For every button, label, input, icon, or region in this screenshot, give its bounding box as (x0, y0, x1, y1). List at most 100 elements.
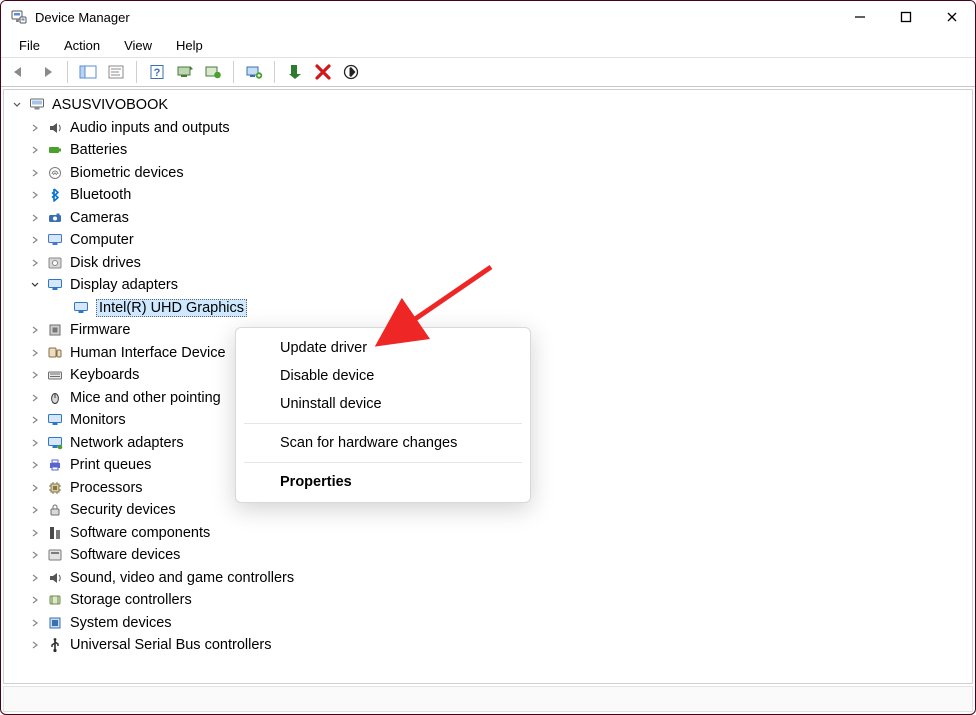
expand-icon[interactable] (28, 548, 42, 562)
tree-item-label: Print queues (70, 457, 151, 473)
bluetooth-icon (46, 186, 64, 204)
expand-icon[interactable] (28, 526, 42, 540)
collapse-icon[interactable] (10, 98, 24, 112)
expand-icon[interactable] (28, 323, 42, 337)
tree-item-audio[interactable]: Audio inputs and outputs (6, 117, 970, 140)
tree-item-label: Firmware (70, 322, 130, 338)
expand-icon[interactable] (28, 413, 42, 427)
toolbar: ? (1, 57, 975, 87)
add-legacy-hardware-button[interactable] (242, 60, 266, 84)
app-icon (11, 9, 27, 25)
tree-item-battery[interactable]: Batteries (6, 139, 970, 162)
collapse-icon[interactable] (28, 278, 42, 292)
keyboard-icon (46, 366, 64, 384)
tree-item-label: Software devices (70, 547, 180, 563)
expand-icon[interactable] (28, 391, 42, 405)
menu-view[interactable]: View (114, 36, 162, 55)
toolbar-separator (233, 61, 234, 83)
expand-icon[interactable] (28, 188, 42, 202)
tree-item-label: Network adapters (70, 435, 184, 451)
properties-button[interactable] (104, 60, 128, 84)
expand-icon[interactable] (28, 368, 42, 382)
context-update-driver[interactable]: Update driver (236, 334, 530, 362)
tree-root[interactable]: ASUSVIVOBOOK (6, 94, 970, 117)
expand-icon[interactable] (28, 458, 42, 472)
hid-icon (46, 344, 64, 362)
context-disable-device[interactable]: Disable device (236, 362, 530, 390)
toolbar-separator (274, 61, 275, 83)
show-hide-console-tree-button[interactable] (76, 60, 100, 84)
expand-icon[interactable] (28, 143, 42, 157)
close-button[interactable] (929, 1, 975, 33)
expand-icon[interactable] (28, 346, 42, 360)
tree-item-label: Processors (70, 480, 143, 496)
expand-icon[interactable] (28, 571, 42, 585)
context-scan[interactable]: Scan for hardware changes (236, 429, 530, 457)
disable-device-button[interactable] (339, 60, 363, 84)
scan-hardware-button[interactable] (173, 60, 197, 84)
tree-item-label: Display adapters (70, 277, 178, 293)
firmware-icon (46, 321, 64, 339)
context-properties[interactable]: Properties (236, 468, 530, 496)
expand-icon[interactable] (28, 256, 42, 270)
tree-item-swcomp[interactable]: Software components (6, 522, 970, 545)
computer-icon (28, 96, 46, 114)
tree-item-bluetooth[interactable]: Bluetooth (6, 184, 970, 207)
tree-item-label: Intel(R) UHD Graphics (96, 299, 247, 317)
system-icon (46, 614, 64, 632)
maximize-button[interactable] (883, 1, 929, 33)
expand-icon[interactable] (28, 233, 42, 247)
menu-help[interactable]: Help (166, 36, 213, 55)
expand-icon[interactable] (28, 593, 42, 607)
update-driver-button[interactable] (201, 60, 225, 84)
network-icon (46, 434, 64, 452)
processor-icon (46, 479, 64, 497)
biometric-icon (46, 164, 64, 182)
expand-icon[interactable] (28, 481, 42, 495)
tree-item-storage[interactable]: Storage controllers (6, 589, 970, 612)
menu-action[interactable]: Action (54, 36, 110, 55)
tree-item-label: Computer (70, 232, 134, 248)
mouse-icon (46, 389, 64, 407)
tree-item-label: Keyboards (70, 367, 139, 383)
expand-icon[interactable] (28, 211, 42, 225)
tree-item-system[interactable]: System devices (6, 612, 970, 635)
context-uninstall[interactable]: Uninstall device (236, 390, 530, 418)
tree-item-computer[interactable]: Computer (6, 229, 970, 252)
root-label: ASUSVIVOBOOK (52, 97, 168, 113)
tree-item-display[interactable]: Display adapters (6, 274, 970, 297)
usb-icon (46, 636, 64, 654)
tree-item-intel-uhd-graphics[interactable]: Intel(R) UHD Graphics (6, 297, 970, 320)
tree-item-label: Cameras (70, 210, 129, 226)
tree-item-label: Audio inputs and outputs (70, 120, 230, 136)
forward-button[interactable] (35, 60, 59, 84)
menu-file[interactable]: File (9, 36, 50, 55)
tree-item-swdev[interactable]: Software devices (6, 544, 970, 567)
back-button[interactable] (7, 60, 31, 84)
expand-icon[interactable] (28, 436, 42, 450)
tree-item-usb[interactable]: Universal Serial Bus controllers (6, 634, 970, 657)
tree-item-camera[interactable]: Cameras (6, 207, 970, 230)
expand-icon[interactable] (28, 503, 42, 517)
help-button[interactable]: ? (145, 60, 169, 84)
expand-icon[interactable] (28, 121, 42, 135)
expand-icon[interactable] (28, 166, 42, 180)
battery-icon (46, 141, 64, 159)
minimize-button[interactable] (837, 1, 883, 33)
expand-icon[interactable] (28, 638, 42, 652)
uninstall-device-button[interactable] (311, 60, 335, 84)
tree-item-label: Universal Serial Bus controllers (70, 637, 271, 653)
expand-icon[interactable] (28, 616, 42, 630)
enable-device-button[interactable] (283, 60, 307, 84)
sound-icon (46, 569, 64, 587)
tree-item-label: Software components (70, 525, 210, 541)
swcomp-icon (46, 524, 64, 542)
monitor-icon (46, 411, 64, 429)
tree-item-disk[interactable]: Disk drives (6, 252, 970, 275)
storage-icon (46, 591, 64, 609)
camera-icon (46, 209, 64, 227)
tree-item-sound[interactable]: Sound, video and game controllers (6, 567, 970, 590)
audio-icon (46, 119, 64, 137)
tree-item-biometric[interactable]: Biometric devices (6, 162, 970, 185)
tree-item-label: Disk drives (70, 255, 141, 271)
